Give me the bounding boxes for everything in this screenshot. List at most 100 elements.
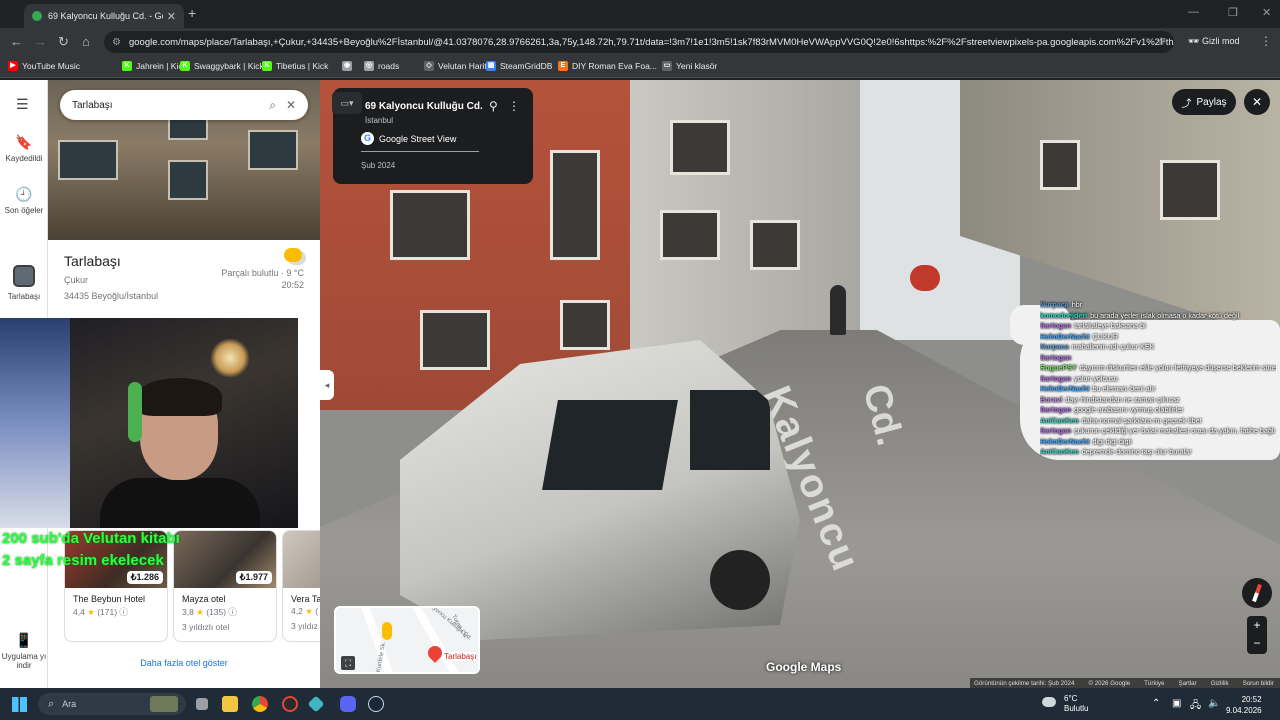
red-car [910,265,940,291]
bookmark-item[interactable]: ◇ Velutan Harita [424,61,491,71]
tab-close-icon[interactable]: ✕ [167,10,176,23]
star-icon: ★ [196,607,204,617]
bookmark-favicon-icon: ▭ [662,61,672,71]
tray-app-icon[interactable]: ▣ [1172,698,1181,709]
hotel-price: ₺1.977 [235,571,272,584]
footer-item[interactable]: Sorun bildir [1243,680,1274,687]
google-maps-logo: Google Maps [766,660,842,674]
close-window-button[interactable]: ✕ [1262,6,1271,19]
browser-menu-icon[interactable]: ⋮ [1260,34,1272,48]
search-highlight-icon[interactable] [150,696,178,712]
bookmark-item[interactable]: ▶ YouTube Music [8,61,80,71]
chat-text: bu arada yerler ıslak olmasa o kadar köt… [1090,310,1240,320]
chat-message: Boravi dayı hindistandan ne zaman çıkıcaz [1040,395,1276,406]
street-view-date[interactable]: Şub 2024 [361,161,395,170]
rail-get-app[interactable]: 📱 Uygulama yı indir [0,632,48,670]
rail-recent[interactable]: 🕘 Son öğeler [0,186,48,215]
bookmark-item[interactable]: K Jahrein | Kick [122,61,187,71]
rail-place[interactable]: Tarlabaşı [0,265,48,301]
app-icon[interactable] [307,695,325,713]
chat-username: Nurpaca [1040,342,1069,351]
bookmark-favicon-icon: K [262,61,272,71]
hotel-class: 3 yıldız [291,621,318,631]
hotel-name: The Beybun Hotel [73,594,146,604]
close-icon[interactable]: ✕ [286,98,296,112]
new-tab-button[interactable]: + [188,5,196,21]
hotel-card[interactable]: Vera Ta 4,2 ★ ( 3 yıldız [282,530,320,642]
taskbar-clock[interactable]: 20:52 9.04.2026 [1226,694,1262,716]
footer-item[interactable]: Türkiye [1144,680,1164,687]
bookmark-favicon-icon: ◉ [342,61,352,71]
footer-item: Görüntünün çekilme tarihi: Şub 2024 [974,679,1075,687]
compass-icon[interactable] [1242,578,1272,608]
info-icon: ⓘ [119,607,128,617]
place-address: 34435 Beyoğlu/İstanbul [64,291,159,301]
bookmark-item[interactable]: ▭ Yeni klasör [662,61,717,71]
bookmark-item[interactable]: ◎ roads [364,61,399,71]
street-view-menu-button[interactable]: ▭▾ [332,92,362,114]
taskbar-weather[interactable]: 6°C Bulutlu [1042,694,1088,714]
tab-google-maps[interactable]: 69 Kalyoncu Kulluğu Cd. - Goo ✕ [24,4,184,28]
search-box[interactable]: Tarlabaşı ⌕ ✕ [60,90,308,120]
volume-icon[interactable]: 🔈 [1208,698,1220,709]
chat-username: Sartogan [1040,321,1072,330]
google-street-view-link[interactable]: G Google Street View [361,132,456,145]
chat-username: RoguePSY [1040,363,1077,372]
bookmark-label: SteamGridDB [500,61,553,71]
steam-icon[interactable] [368,696,384,712]
tray-chevron-icon[interactable]: ⌃ [1152,698,1160,709]
windows-start-icon[interactable] [12,697,27,712]
bookmark-item[interactable]: ◉ [342,61,356,71]
search-input[interactable]: Tarlabaşı [72,100,259,111]
reload-icon[interactable]: ↻ [58,34,69,50]
chat-text: digi digi digii [1092,436,1132,446]
chrome-incognito-icon[interactable] [282,696,298,712]
home-icon[interactable]: ⌂ [82,34,90,49]
bookmark-item[interactable]: K Tibetius | Kick [262,61,328,71]
bookmark-favicon-icon: K [122,61,132,71]
bookmark-item[interactable]: E DIY Roman Eva Foa... [558,61,657,71]
hotel-rating: 3,8 ★ (135) ⓘ [182,607,237,617]
site-info-icon[interactable]: ⚙ [112,37,121,48]
incognito-indicator[interactable]: 🕶 Gizli mod [1188,36,1239,47]
share-button[interactable]: ⤴ Paylaş [1172,89,1236,115]
hamburger-menu-icon[interactable]: ☰ [16,96,29,113]
more-hotels-link[interactable]: Daha fazla otel göster [48,658,320,668]
bookmark-star-icon[interactable]: ☆ [1156,35,1166,48]
chat-username: Nurpaca [1040,300,1069,309]
maximize-button[interactable]: ❐ [1228,6,1238,19]
location-pin-icon[interactable]: ⚲ [489,99,498,113]
bookmark-favicon-icon: ◎ [364,61,374,71]
hotel-card[interactable]: ₺1.977 Mayza otel 3,8 ★ (135) ⓘ 3 yıldız… [173,530,277,642]
search-icon[interactable]: ⌕ [269,98,276,113]
street-view-footer: Görüntünün çekilme tarihi: Şub 2024 © 202… [970,678,1280,688]
minimap-label: Tarlabaşı [444,652,477,661]
pedestrian [830,285,846,335]
discord-icon[interactable] [340,696,356,712]
close-street-view-icon[interactable]: ✕ [1244,89,1270,115]
file-explorer-icon[interactable] [222,696,238,712]
minimap[interactable]: Kurdele Sk. Turan Cd. Kalyoncu Kulluğu C… [334,606,480,674]
footer-item[interactable]: Gizlilik [1211,680,1229,687]
bookmark-favicon-icon: E [558,61,568,71]
forward-arrow-icon[interactable]: → [34,34,47,49]
task-view-icon[interactable] [196,698,208,710]
bookmark-item[interactable]: K Swaggybark | Kick [180,61,264,71]
collapse-panel-button[interactable]: ◂ [320,370,334,400]
rail-saved[interactable]: 🔖 Kaydedildi [0,134,48,163]
pegman-icon[interactable] [382,622,392,640]
fullscreen-icon[interactable]: ⛶ [341,656,355,670]
chrome-icon[interactable] [252,696,268,712]
back-arrow-icon[interactable]: ← [10,34,23,49]
tab-title: 69 Kalyoncu Kulluğu Cd. - Goo [48,11,163,21]
minimize-button[interactable]: — [1188,6,1199,18]
zoom-out-button[interactable]: − [1247,634,1267,652]
bookmark-icon: 🔖 [15,134,33,150]
chat-username: komodoejderi [1040,310,1088,320]
bookmark-item[interactable]: ▦ SteamGridDB [486,61,552,71]
address-bar[interactable]: ⚙ google.com/maps/place/Tarlabaşı,+Çukur… [104,31,1174,53]
footer-item[interactable]: Şartlar [1178,680,1196,687]
more-options-icon[interactable]: ⋮ [508,99,520,113]
zoom-in-button[interactable]: + [1247,616,1267,634]
network-icon[interactable]: 🖧 [1190,698,1201,715]
